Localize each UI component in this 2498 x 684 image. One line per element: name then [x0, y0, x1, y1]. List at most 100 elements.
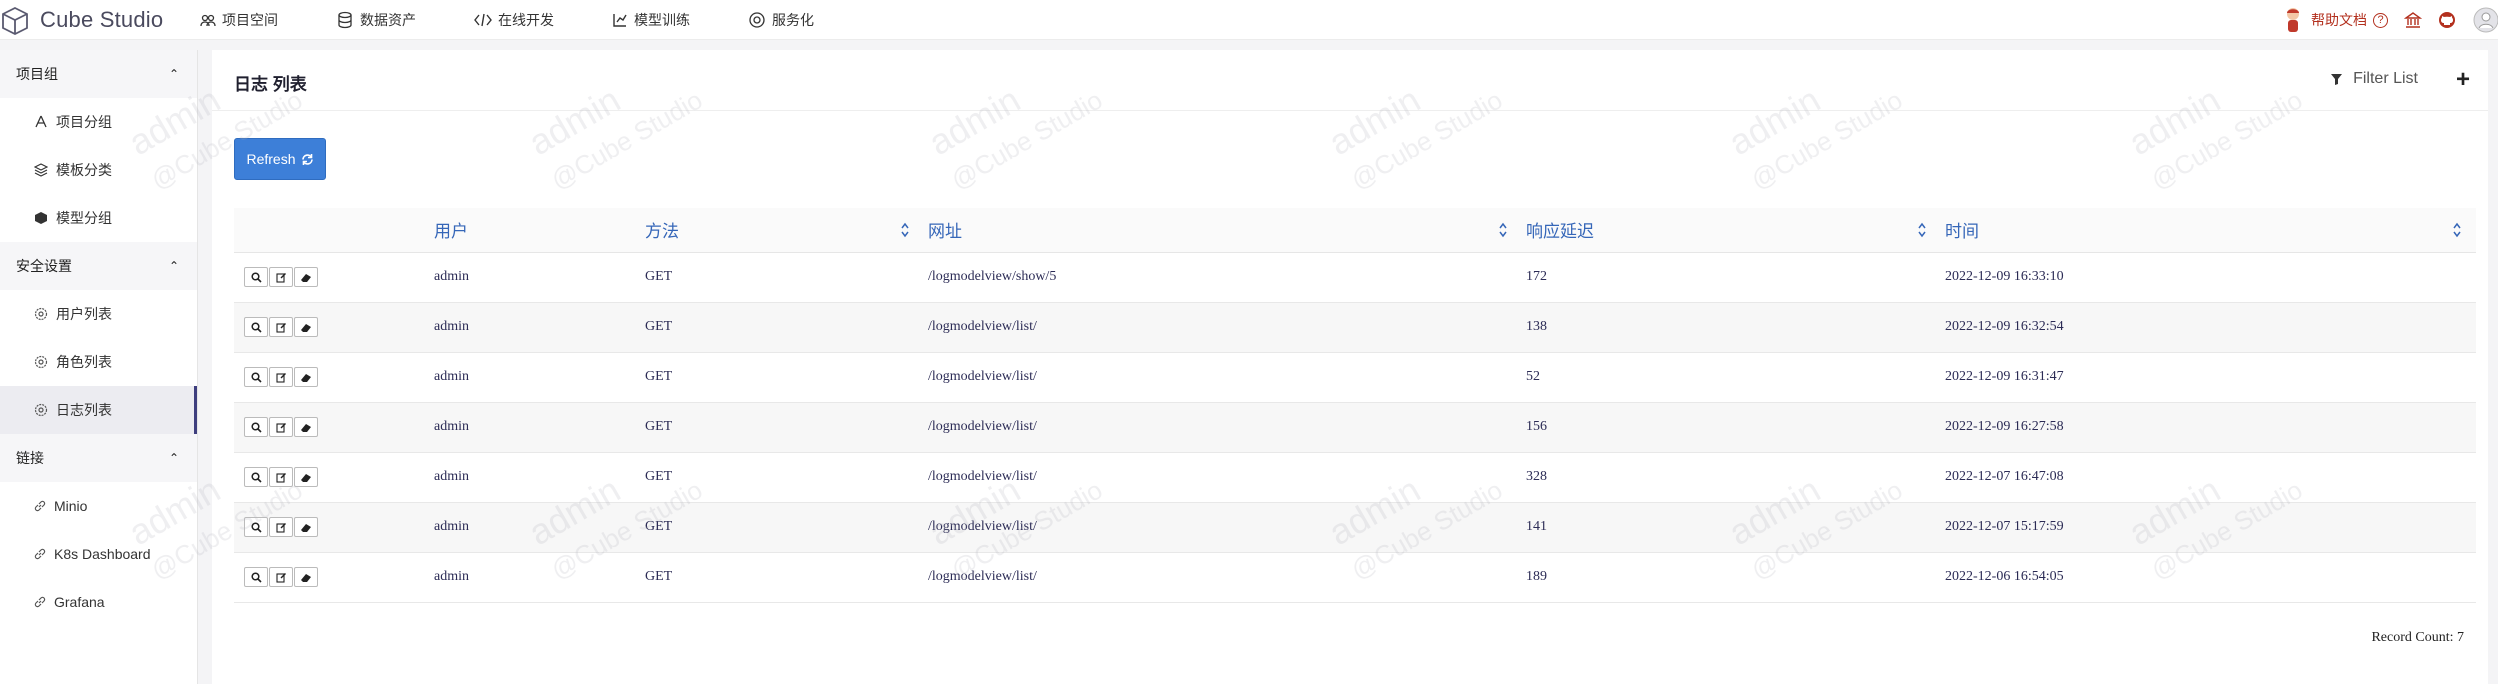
cell-time: 2022-12-09 16:27:58: [1941, 402, 2476, 453]
brand[interactable]: Cube Studio: [0, 0, 163, 40]
record-count-label: Record Count:: [2371, 630, 2454, 645]
edit-button[interactable]: [269, 417, 293, 437]
topnav-model-train[interactable]: 模型训练: [612, 0, 690, 40]
topnav-service[interactable]: 服务化: [748, 0, 814, 40]
sidebar-item-grafana[interactable]: Grafana: [0, 578, 197, 626]
cell-time: 2022-12-07 16:47:08: [1941, 452, 2476, 503]
top-nav: 项目空间 数据资产 在线开发 模型训练 服务化: [200, 0, 872, 40]
cell-user: admin: [430, 352, 641, 403]
main-panel: 日志 列表 Filter List + Refresh 用户 方法 网址 响应延…: [212, 50, 2488, 684]
sidebar-item-model-group[interactable]: 模型分组: [0, 194, 197, 242]
chevron-up-icon: ⌃: [168, 259, 179, 273]
sidebar-item-label: 用户列表: [56, 306, 112, 322]
cell-method: GET: [641, 352, 924, 403]
sidebar: 项目组 ⌃ 项目分组 模板分类 模型分组 安全设置 ⌃ 用户列表 角色列表 日志…: [0, 50, 198, 684]
database-icon: [338, 11, 352, 29]
col-url-label: 网址: [928, 222, 962, 242]
edit-button[interactable]: [269, 267, 293, 287]
brand-name: Cube Studio: [40, 7, 164, 32]
sidebar-item-template-category[interactable]: 模板分类: [0, 146, 197, 194]
topnav-label: 在线开发: [498, 12, 554, 28]
col-url[interactable]: 网址: [924, 208, 1522, 253]
sort-icon: [1499, 222, 1507, 238]
sidebar-item-label: K8s Dashboard: [54, 546, 151, 562]
refresh-button[interactable]: Refresh: [234, 138, 326, 180]
add-record-button[interactable]: +: [2456, 66, 2470, 94]
view-button[interactable]: [244, 317, 268, 337]
table-row: admin GET/logmodelview/list/138 2022-12-09…: [234, 302, 2476, 353]
sidebar-item-label: 日志列表: [56, 402, 112, 418]
link-icon: [34, 500, 46, 512]
edit-button[interactable]: [269, 317, 293, 337]
top-navbar: Cube Studio 项目空间 数据资产 在线开发 模型训练 服务化 帮助文档…: [0, 0, 2498, 40]
delete-button[interactable]: [294, 317, 318, 337]
cell-latency: 172: [1522, 252, 1941, 303]
row-actions: [234, 302, 430, 353]
col-method-label: 方法: [645, 222, 679, 242]
view-button[interactable]: [244, 267, 268, 287]
sidebar-item-project-group[interactable]: 项目分组: [0, 98, 197, 146]
github-icon[interactable]: [2438, 11, 2456, 29]
edit-button[interactable]: [269, 567, 293, 587]
col-latency[interactable]: 响应延迟: [1522, 208, 1941, 253]
sidebar-item-minio[interactable]: Minio: [0, 482, 197, 530]
delete-button[interactable]: [294, 367, 318, 387]
sidebar-item-role-list[interactable]: 角色列表: [0, 338, 197, 386]
sidebar-group-security[interactable]: 安全设置 ⌃: [0, 242, 197, 290]
delete-button[interactable]: [294, 517, 318, 537]
edit-button[interactable]: [269, 467, 293, 487]
table-row: admin GET/logmodelview/list/141 2022-12-07…: [234, 502, 2476, 553]
topnav-project-space[interactable]: 项目空间: [200, 0, 278, 40]
bank-icon[interactable]: [2404, 11, 2422, 29]
cell-user: admin: [430, 252, 641, 303]
col-time[interactable]: 时间: [1941, 208, 2476, 253]
filter-list-button[interactable]: Filter List: [2330, 70, 2418, 88]
project-group-icon: [35, 115, 47, 128]
col-user-label: 用户: [434, 222, 468, 242]
sidebar-item-log-list[interactable]: 日志列表: [0, 386, 197, 434]
chevron-up-icon: ⌃: [168, 67, 179, 81]
gear-icon: [34, 307, 48, 321]
table-header-row: 用户 方法 网址 响应延迟 时间: [234, 208, 2476, 253]
sidebar-item-user-list[interactable]: 用户列表: [0, 290, 197, 338]
record-count: Record Count: 7: [2371, 630, 2464, 646]
view-button[interactable]: [244, 567, 268, 587]
cell-method: GET: [641, 402, 924, 453]
cell-url: /logmodelview/list/: [924, 552, 1522, 603]
sidebar-item-label: Grafana: [54, 594, 105, 610]
cell-url: /logmodelview/list/: [924, 452, 1522, 503]
delete-button[interactable]: [294, 267, 318, 287]
sidebar-group-project[interactable]: 项目组 ⌃: [0, 50, 197, 98]
cell-method: GET: [641, 502, 924, 553]
sidebar-item-k8s-dashboard[interactable]: K8s Dashboard: [0, 530, 197, 578]
sidebar-item-label: 角色列表: [56, 354, 112, 370]
view-button[interactable]: [244, 517, 268, 537]
sort-icon: [901, 222, 909, 238]
delete-button[interactable]: [294, 417, 318, 437]
delete-button[interactable]: [294, 567, 318, 587]
view-button[interactable]: [244, 417, 268, 437]
log-table: 用户 方法 网址 响应延迟 时间 admin GET/logmodelview/s…: [234, 208, 2476, 603]
cell-method: GET: [641, 452, 924, 503]
sidebar-group-links[interactable]: 链接 ⌃: [0, 434, 197, 482]
sidebar-item-label: 模板分类: [56, 162, 112, 178]
col-method[interactable]: 方法: [641, 208, 924, 253]
row-actions: [234, 552, 430, 603]
topnav-data-assets[interactable]: 数据资产: [336, 0, 416, 40]
cell-method: GET: [641, 552, 924, 603]
refresh-icon: [301, 153, 313, 165]
cell-user: admin: [430, 302, 641, 353]
cell-user: admin: [430, 402, 641, 453]
avatar[interactable]: [2472, 6, 2498, 34]
cell-user: admin: [430, 552, 641, 603]
cell-latency: 52: [1522, 352, 1941, 403]
view-button[interactable]: [244, 367, 268, 387]
col-time-label: 时间: [1945, 222, 1979, 242]
topnav-online-dev[interactable]: 在线开发: [474, 0, 554, 40]
help-doc-link[interactable]: 帮助文档 ?: [2305, 10, 2388, 30]
sidebar-group-title: 项目组: [16, 66, 58, 82]
edit-button[interactable]: [269, 367, 293, 387]
view-button[interactable]: [244, 467, 268, 487]
delete-button[interactable]: [294, 467, 318, 487]
edit-button[interactable]: [269, 517, 293, 537]
